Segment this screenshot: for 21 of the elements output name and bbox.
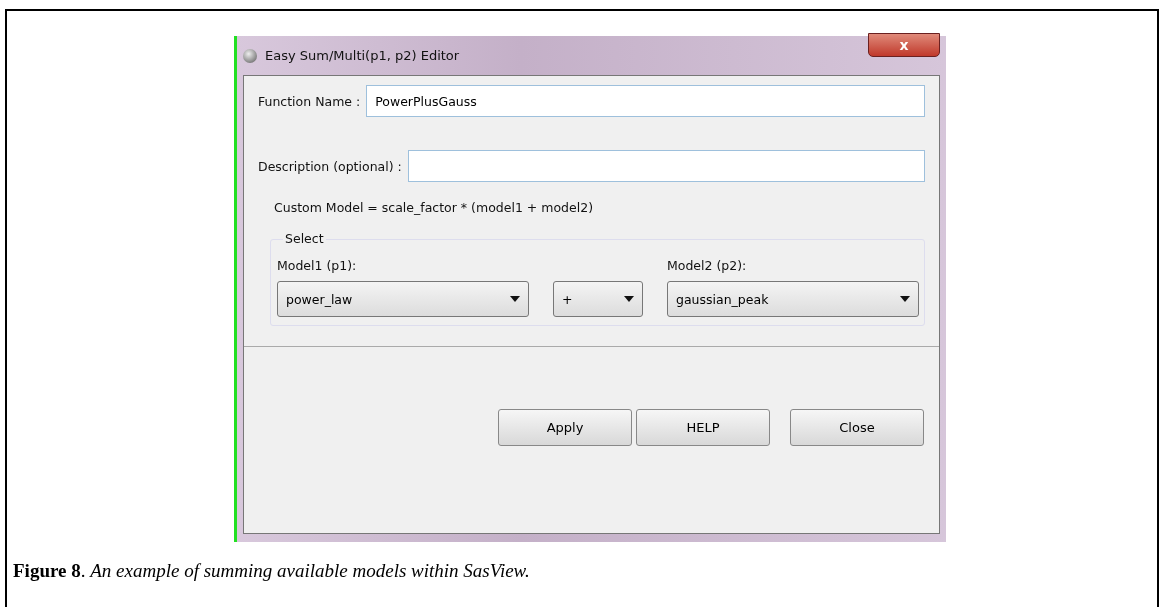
- dialog-button[interactable]: Apply: [498, 409, 632, 446]
- field-label: Model2 (p2):: [667, 258, 748, 273]
- model2-dropdown[interactable]: gaussian_peak: [667, 281, 919, 317]
- dialog-button[interactable]: Close: [790, 409, 924, 446]
- field-label: Function Name :: [258, 93, 361, 109]
- field-label: Description (optional) :: [258, 158, 402, 174]
- dropdown-arrow-icon: [510, 296, 520, 302]
- dialog-button[interactable]: HELP: [636, 409, 770, 446]
- window-close-x[interactable]: x: [868, 33, 940, 57]
- formula-text: Custom Model = scale_factor * (model1 + model2): [274, 200, 594, 215]
- window-title: Easy Sum/Multi(p1, p2) Editor: [265, 48, 460, 63]
- operator-dropdown[interactable]: +: [553, 281, 643, 317]
- field-label: Model1 (p1):: [277, 258, 358, 273]
- window-icon: [243, 48, 257, 63]
- dropdown-arrow-icon: [624, 296, 634, 302]
- function-name-field[interactable]: PowerPlusGauss: [366, 85, 925, 117]
- dropdown-arrow-icon: [900, 296, 910, 302]
- group-legend: Select: [283, 231, 326, 246]
- figure-caption: Figure 8. An example of summing available models within SasView.: [13, 560, 530, 582]
- model1-dropdown[interactable]: power_law: [277, 281, 529, 317]
- description-field[interactable]: [407, 150, 925, 182]
